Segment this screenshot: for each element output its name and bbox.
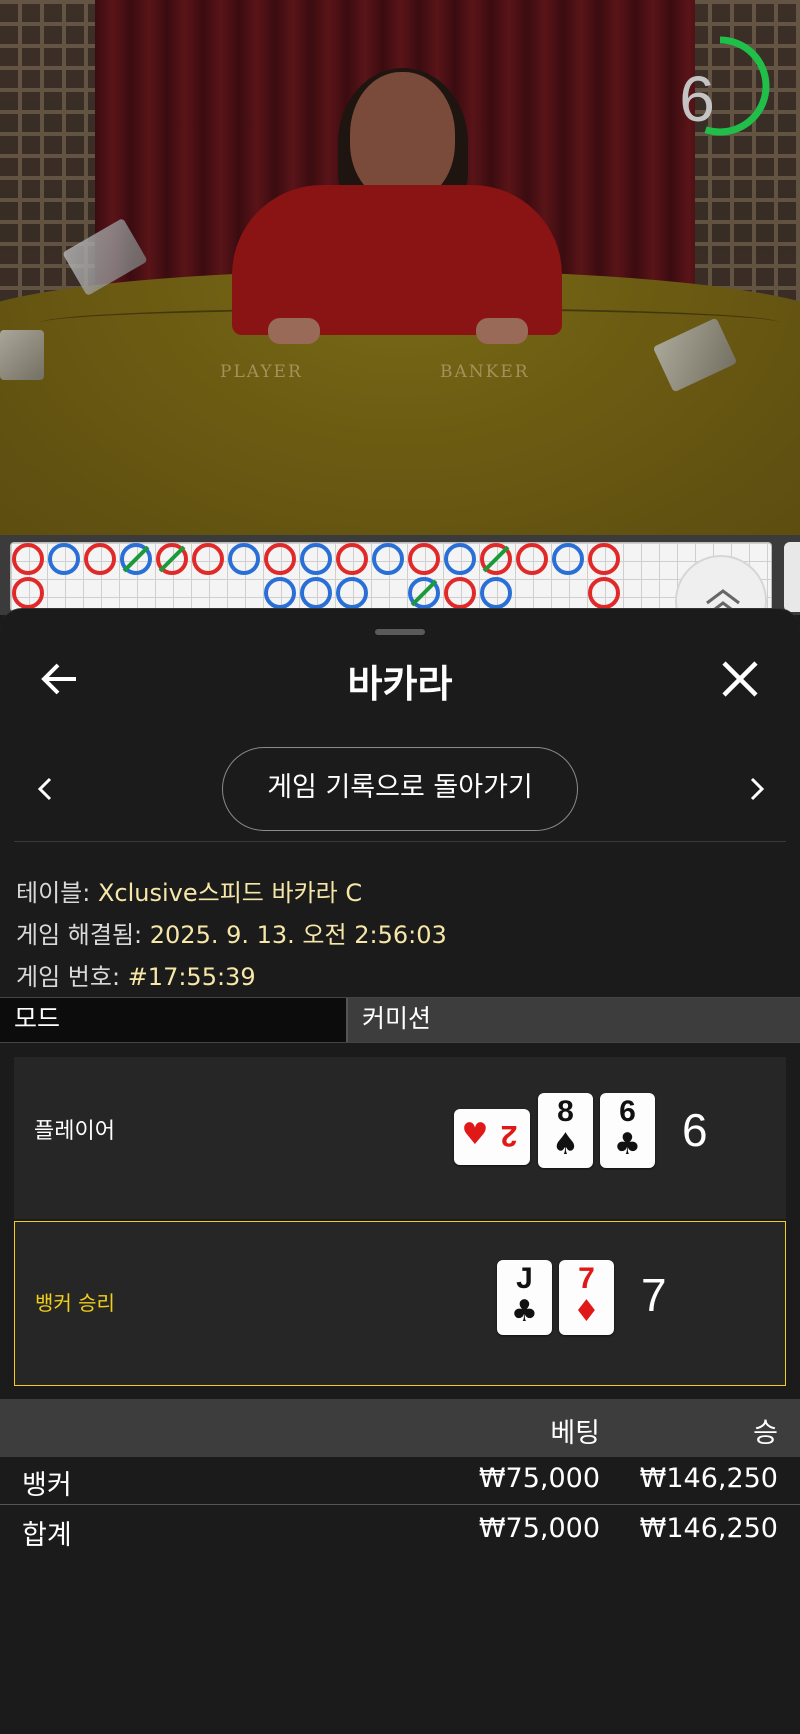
player-card-3: 6 ♣ [600, 1093, 655, 1168]
banker-card-2: 7 ♦ [559, 1260, 614, 1335]
player-hand-panel: 플레이어 ♥ 2 8 ♠ 6 ♣ 6 [14, 1057, 786, 1219]
banker-bead [516, 543, 548, 575]
player-bead [372, 543, 404, 575]
banker-bead [588, 543, 620, 575]
player-bead [300, 577, 332, 609]
tie-marker [410, 579, 438, 607]
banker-bead [408, 543, 440, 575]
close-icon[interactable] [718, 657, 762, 701]
dealer-hands [268, 318, 528, 344]
commission-label: 커미션 [348, 998, 800, 1042]
banker-bead [444, 577, 476, 609]
countdown-timer: 6 [679, 63, 715, 135]
game-detail-sheet: 바카라 게임 기록으로 돌아가기 테이블: Xclusive스피드 바카라 C … [0, 608, 800, 1734]
banker-bead [264, 543, 296, 575]
player-bead [300, 543, 332, 575]
card-stack-left [0, 330, 44, 380]
info-table-label: 테이블: [16, 879, 91, 907]
mode-bar: 모드 커미션 [0, 997, 800, 1043]
felt-label-banker: BANKER [440, 362, 530, 382]
banker-card-1: J ♣ [497, 1260, 552, 1335]
info-resolved: 게임 해결됨: 2025. 9. 13. 오전 2:56:03 [16, 915, 447, 950]
player-score: 6 [682, 1104, 708, 1156]
banker-score: 7 [641, 1269, 667, 1321]
bet-row-name: 뱅커 [22, 1470, 72, 1501]
banker-bead [336, 543, 368, 575]
card-suit: ♥ [461, 1117, 489, 1152]
banker-bead [84, 543, 116, 575]
card-rank: 8 [557, 1095, 574, 1128]
player-card-2: 8 ♠ [538, 1093, 593, 1168]
bets-header: 베팅 승 [0, 1399, 800, 1457]
player-bead [48, 543, 80, 575]
tie-marker [122, 545, 150, 573]
info-resolved-label: 게임 해결됨: [16, 921, 143, 949]
info-game-number-label: 게임 번호: [16, 963, 121, 991]
player-bead [228, 543, 260, 575]
player-bead [336, 577, 368, 609]
card-rank: J [516, 1262, 533, 1295]
info-game-number-value: #17:55:39 [127, 963, 256, 991]
bet-row-amount: ₩75,000 [478, 1463, 600, 1494]
info-game-number: 게임 번호: #17:55:39 [16, 957, 256, 992]
player-bead [444, 543, 476, 575]
dealer-face [350, 72, 455, 202]
card-rank: 7 [578, 1262, 595, 1295]
card-suit: ♠ [552, 1127, 579, 1162]
banker-win-label: 뱅커 승리 [35, 1291, 115, 1315]
bet-total-name: 합계 [22, 1520, 72, 1551]
banker-bead [12, 577, 44, 609]
banker-bead [588, 577, 620, 609]
tie-marker [158, 545, 186, 573]
card-suit: ♣ [614, 1127, 641, 1162]
card-suit: ♣ [511, 1294, 538, 1329]
divider [14, 841, 786, 842]
player-label: 플레이어 [34, 1119, 115, 1144]
sheet-drag-handle[interactable] [375, 629, 425, 635]
info-table-value: Xclusive스피드 바카라 C [97, 879, 363, 907]
chevron-right-icon[interactable] [736, 769, 776, 809]
info-table: 테이블: Xclusive스피드 바카라 C [16, 873, 362, 908]
win-column-header: 승 [753, 1418, 778, 1449]
card-rank: 6 [619, 1095, 636, 1128]
card-suit: ♦ [573, 1294, 600, 1329]
player-bead [264, 577, 296, 609]
bet-total-win: ₩146,250 [639, 1513, 778, 1544]
tie-marker [482, 545, 510, 573]
bet-row-win: ₩146,250 [639, 1463, 778, 1494]
banker-bead [12, 543, 44, 575]
side-panel-tab[interactable] [784, 542, 800, 612]
arrow-left-icon[interactable] [38, 657, 82, 701]
banker-hand-panel: 뱅커 승리 J ♣ 7 ♦ 7 [14, 1221, 786, 1386]
mode-label: 모드 [0, 998, 348, 1042]
bet-row-total: 합계 ₩75,000 ₩146,250 [0, 1507, 800, 1553]
player-bead [552, 543, 584, 575]
felt-label-player: PLAYER [220, 362, 303, 382]
sheet-title: 바카라 [347, 662, 453, 706]
player-card-1: ♥ 2 [454, 1109, 530, 1165]
bet-column-header: 베팅 [550, 1418, 600, 1449]
back-to-history-button[interactable]: 게임 기록으로 돌아가기 [222, 747, 578, 831]
bet-total-amount: ₩75,000 [478, 1513, 600, 1544]
player-bead [480, 577, 512, 609]
dealer [232, 185, 562, 335]
banker-bead [192, 543, 224, 575]
bet-row-banker: 뱅커 ₩75,000 ₩146,250 [0, 1459, 800, 1505]
bead-road-markers [12, 543, 620, 609]
info-resolved-value: 2025. 9. 13. 오전 2:56:03 [149, 921, 447, 949]
card-rank: 2 [500, 1119, 518, 1152]
chevron-left-icon[interactable] [26, 769, 66, 809]
